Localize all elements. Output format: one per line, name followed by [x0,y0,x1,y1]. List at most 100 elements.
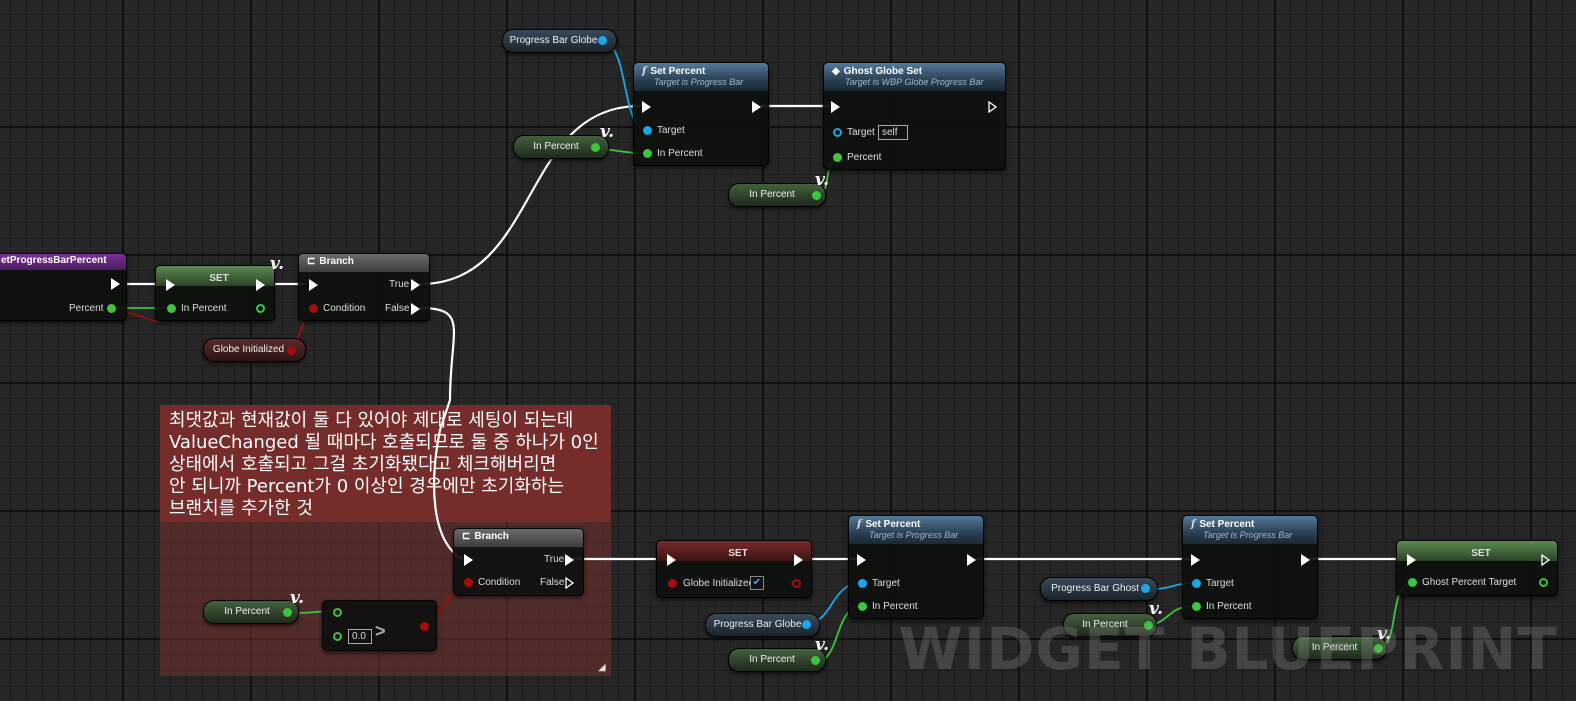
function-icon: ◈ [832,66,840,77]
b-input-pin[interactable] [333,632,342,641]
exec-in-pin[interactable] [667,554,676,566]
false-exec-pin[interactable] [411,303,420,315]
node-title: Set Percent [650,66,706,77]
var-in-percent-b[interactable]: In Percent [728,183,826,207]
comment-line: 브랜치를 추가한 것 [169,498,313,519]
exec-out-pin[interactable] [967,554,976,566]
exec-out-pin[interactable] [1541,554,1551,566]
var-in-percent-a[interactable]: In Percent [513,135,609,159]
graph-watermark: WIDGET BLUEPRINT [898,615,1558,683]
out-float-pin[interactable] [283,608,292,617]
globe-initialized-pin[interactable] [668,579,677,588]
set-percent-node-1[interactable]: f Set Percent Target is Progress Bar Targ… [633,62,769,166]
node-title: SET [728,548,748,559]
var-globe-initialized[interactable]: Globe Initialized [203,338,306,362]
pin-label: Target [847,127,875,138]
out-object-pin[interactable] [598,36,607,45]
var-progress-bar-ghost[interactable]: Progress Bar Ghost [1040,577,1158,601]
condition-pin[interactable] [464,578,473,587]
node-subtitle: Target is WBP Globe Progress Bar [845,77,984,87]
comment-line: 상태에서 호출되고 그걸 초기화됐다고 체크해버리면 [169,454,557,475]
node-title: etProgressBarPercent [1,255,107,266]
out-float-pin[interactable] [811,656,820,665]
result-pin[interactable] [420,622,429,631]
exec-in-pin[interactable] [166,279,175,291]
exec-out-pin[interactable] [988,101,998,113]
exec-out-pin[interactable] [111,278,120,290]
in-percent-pin[interactable] [1192,602,1201,611]
exec-out-pin[interactable] [256,279,265,291]
exec-in-pin[interactable] [464,554,473,566]
var-progress-bar-globe-top[interactable]: Progress Bar Globe [502,29,617,53]
out-object-pin[interactable] [802,620,811,629]
exec-out-pin[interactable] [752,101,761,113]
ghost-percent-target-pin[interactable] [1408,578,1417,587]
percent-pin[interactable] [833,153,842,162]
target-pin[interactable] [858,579,867,588]
var-in-percent-d[interactable]: In Percent [728,648,826,672]
var-progress-bar-globe-bottom[interactable]: Progress Bar Globe [705,613,820,637]
comment-text: 최댓값과 현재값이 둘 다 있어야 제대로 세팅이 되는데 ValueChang… [160,405,611,522]
ghost-globe-set-node[interactable]: ◈ Ghost Globe Set Target is WBP Globe Pro… [823,62,1006,170]
pin-label: Condition [323,303,366,314]
pin-label: In Percent [657,148,703,159]
condition-pin[interactable] [309,304,318,313]
pin-label: In Percent [181,303,227,314]
operator-label: > [375,621,386,641]
set-percent-node-2[interactable]: f Set Percent Target is Progress Bar Targ… [848,515,984,619]
exec-in-pin[interactable] [1191,554,1200,566]
function-icon: f [857,519,862,530]
target-self-field[interactable]: self [878,125,908,140]
greater-than-node[interactable]: 0.0 > [322,600,437,651]
var-label: Globe Initialized [212,344,285,355]
exec-in-pin[interactable] [1407,554,1416,566]
true-exec-pin[interactable] [565,554,574,566]
branch-node-2[interactable]: ⊏ Branch True Condition False [453,528,584,596]
target-pin[interactable] [833,128,842,137]
pin-label: True [544,554,565,565]
exec-out-pin[interactable] [794,554,803,566]
out-float-pin[interactable] [1539,578,1548,587]
set-in-percent-node[interactable]: SET In Percent [155,265,275,321]
node-title: Branch [319,256,354,267]
exec-in-pin[interactable] [642,101,651,113]
branch-node-1[interactable]: ⊏ Branch True Condition False [298,253,430,321]
pin-label: False [540,577,565,588]
exec-out-pin[interactable] [1301,554,1310,566]
pin-label: In Percent [1206,601,1252,612]
exec-in-pin[interactable] [857,554,866,566]
out-object-pin[interactable] [1141,584,1150,593]
out-percent-pin[interactable] [256,304,265,313]
target-pin[interactable] [1192,579,1201,588]
out-bool-pin[interactable] [792,579,801,588]
node-subtitle: Target is Progress Bar [654,77,744,87]
node-subtitle: Target is Progress Bar [869,530,959,540]
out-float-pin[interactable] [591,143,600,152]
reroute-marker-icon: v. [815,635,830,655]
comment-line: 안 되니까 Percent가 0 이상인 경우에만 초기화하는 [169,476,565,497]
true-exec-pin[interactable] [411,279,420,291]
pin-label: Percent [69,303,104,314]
target-pin[interactable] [643,126,652,135]
out-bool-pin[interactable] [287,346,296,355]
set-globe-initialized-node[interactable]: SET Globe Initialized ✔ [656,540,812,598]
a-input-pin[interactable] [333,608,342,617]
reroute-marker-icon: v. [600,122,615,142]
b-value-field[interactable]: 0.0 [348,629,372,644]
pin-label: In Percent [872,601,918,612]
resize-handle-icon[interactable]: ◢ [598,663,608,673]
exec-in-pin[interactable] [309,279,318,291]
percent-out-pin[interactable] [107,304,116,313]
false-exec-pin[interactable] [565,577,575,589]
in-percent-pin[interactable] [167,304,176,313]
out-float-pin[interactable] [812,191,821,200]
in-percent-pin[interactable] [643,149,652,158]
set-ghost-percent-target-node[interactable]: SET Ghost Percent Target [1396,540,1558,596]
pin-label: False [385,303,410,314]
set-percent-node-3[interactable]: f Set Percent Target is Progress Bar Targ… [1182,515,1318,619]
custom-event-node[interactable]: etProgressBarPercent Percent [0,253,127,321]
var-in-percent-c[interactable]: In Percent [203,600,299,624]
checkbox-checked-icon[interactable]: ✔ [750,576,764,590]
exec-in-pin[interactable] [831,101,840,113]
in-percent-pin[interactable] [858,602,867,611]
